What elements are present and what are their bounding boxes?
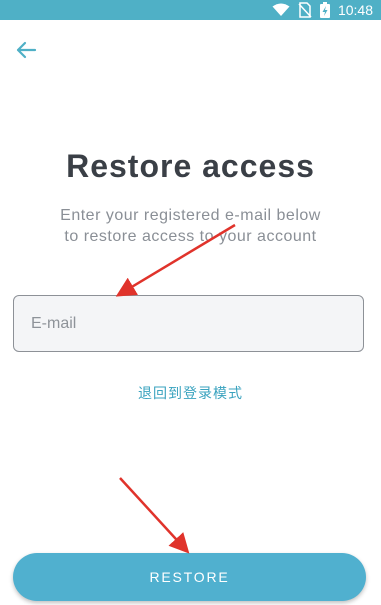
back-to-login-link[interactable]: 退回到登录模式 bbox=[0, 383, 381, 403]
back-button[interactable] bbox=[10, 34, 42, 66]
red-arrow-icon bbox=[119, 477, 190, 554]
wifi-icon bbox=[272, 3, 290, 16]
page-title: Restore access bbox=[66, 148, 315, 184]
battery-charging-icon bbox=[319, 2, 330, 18]
status-bar: 10:48 bbox=[0, 0, 381, 20]
arrow-left-icon bbox=[16, 41, 37, 59]
restore-button[interactable]: RESTORE bbox=[13, 553, 366, 601]
subtitle-line-1: Enter your registered e-mail below bbox=[60, 207, 321, 224]
subtitle-line-2: to restore access to your account bbox=[64, 228, 317, 245]
page-subtitle: Enter your registered e-mail below to re… bbox=[30, 205, 351, 247]
status-time: 10:48 bbox=[337, 2, 373, 18]
status-icons: 10:48 bbox=[272, 0, 373, 20]
no-sim-icon bbox=[298, 2, 312, 18]
email-field[interactable] bbox=[13, 295, 364, 352]
